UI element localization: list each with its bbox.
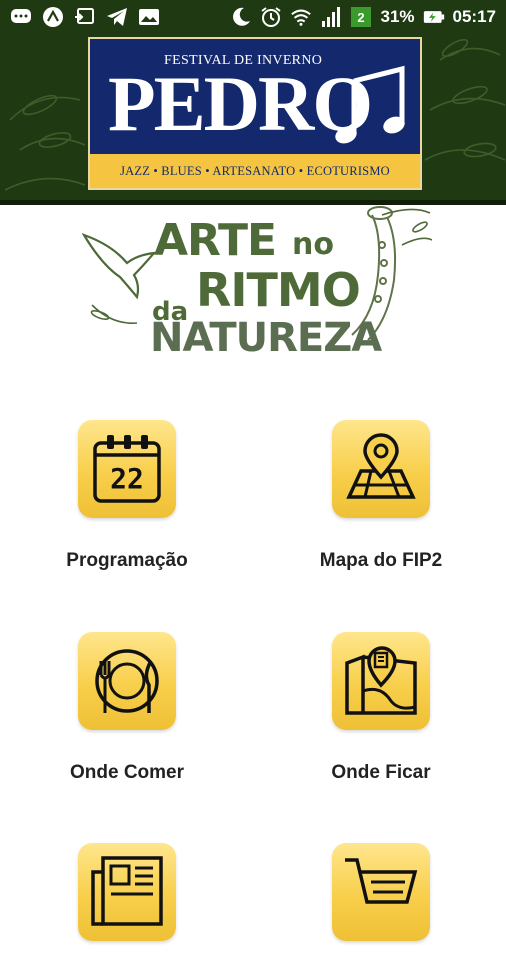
menu-tile[interactable]: [332, 632, 430, 730]
menu-item-onde-comer[interactable]: Onde Comer: [27, 632, 227, 784]
menu-tile[interactable]: 22: [78, 420, 176, 518]
slogan-line-2b: RITMO: [196, 263, 361, 317]
menu-item-mapa[interactable]: Mapa do FIP2: [281, 420, 481, 572]
slogan-text: ARTE no RITMO da NATUREZA: [82, 205, 432, 380]
slogan-line-1: ARTE: [154, 215, 277, 266]
menu-tile[interactable]: [78, 632, 176, 730]
calendar-icon: 22: [93, 435, 161, 503]
clock: 05:17: [452, 7, 496, 26]
battery-charging-icon: [423, 6, 445, 28]
calendar-day: 22: [110, 462, 144, 495]
shopping-cart-icon: [345, 858, 418, 904]
a-circle-icon: [42, 6, 64, 28]
wifi-icon: [290, 6, 312, 28]
festival-logo: FESTIVAL DE INVERNO PEDRO JAZZ • BLUES •…: [88, 37, 422, 190]
signal-icon: [320, 6, 342, 28]
menu-item-programacao[interactable]: 22 Programação: [27, 420, 227, 572]
menu-item-onde-ficar[interactable]: Onde Ficar: [281, 632, 481, 784]
logo-strip: JAZZ • BLUES • ARTESANATO • ECOTURISMO: [90, 154, 420, 188]
moon-icon: [230, 6, 252, 28]
status-bar: 2 31% 05:17: [0, 0, 506, 36]
slogan-line-1b: no: [292, 227, 334, 262]
svg-text:2: 2: [358, 10, 365, 25]
menu-tile[interactable]: [78, 843, 176, 941]
slogan-line-3: NATUREZA: [150, 315, 382, 361]
cast-icon: [74, 6, 96, 28]
map-pin-icon: [346, 433, 416, 499]
menu-label: Mapa do FIP2: [319, 550, 443, 571]
music-notes-icon: [335, 65, 405, 144]
menu-label: Programação: [66, 550, 188, 571]
menu-item-noticias[interactable]: [27, 843, 227, 973]
menu-tile[interactable]: [332, 843, 430, 941]
menu-item-compras[interactable]: [281, 843, 481, 973]
signal-2g-icon: 2: [350, 6, 372, 28]
chat-bubble-icon: [10, 6, 32, 28]
slogan-artwork: ARTE no RITMO da NATUREZA: [82, 205, 432, 380]
logo-strip-text: JAZZ • BLUES • ARTESANATO • ECOTURISMO: [120, 163, 390, 178]
menu-label: Onde Comer: [69, 762, 185, 783]
menu-tile[interactable]: [332, 420, 430, 518]
menu-label: Onde Ficar: [331, 762, 431, 783]
plate-cutlery-icon: [95, 649, 159, 713]
header-banner: 2 31% 05:17 FESTIVAL DE INVERNO PEDRO JA…: [0, 0, 506, 205]
battery-percent: 31%: [380, 7, 415, 26]
hotel-map-icon: [345, 646, 417, 715]
telegram-icon: [106, 6, 128, 28]
image-icon: [138, 6, 160, 28]
newspaper-icon: [91, 856, 163, 926]
alarm-icon: [260, 6, 282, 28]
